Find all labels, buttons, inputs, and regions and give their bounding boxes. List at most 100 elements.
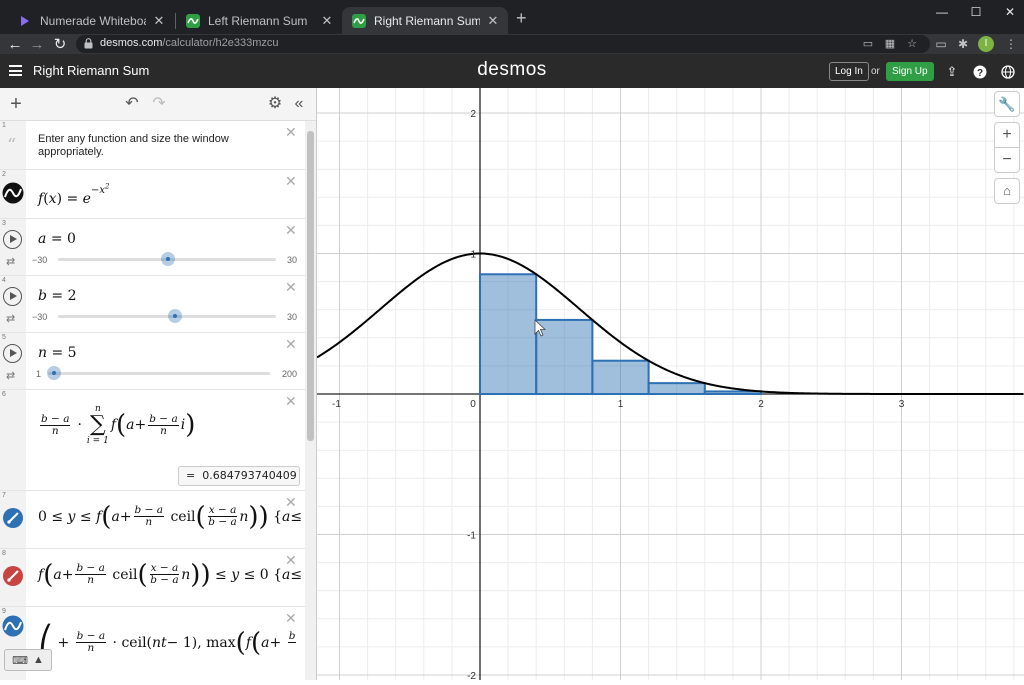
tab-left-riemann-sum[interactable]: Left Riemann Sum ✕ — [176, 7, 342, 34]
graph-title[interactable]: Right Riemann Sum — [33, 63, 149, 78]
loop-icon[interactable]: ⇄ — [6, 255, 15, 268]
window-close-icon[interactable]: ✕ — [993, 2, 1024, 22]
graph-settings-wrench-icon[interactable]: 🔧 — [994, 91, 1020, 117]
settings-gear-icon[interactable]: ⚙ — [266, 95, 284, 113]
graph-canvas[interactable]: -1 0 1 2 3 2 1 -1 -2 — [316, 88, 1024, 682]
loop-icon[interactable]: ⇄ — [6, 369, 15, 382]
lower-rect-inequality[interactable]: f(a + b − an ceil(x − ab − a n)) ≤ y ≤ 0 … — [38, 562, 302, 588]
login-button[interactable]: Log In — [829, 62, 869, 81]
slider-row-b[interactable]: 4 ⇄ b = 2 −30 30 ✕ — [0, 276, 305, 333]
close-icon[interactable]: ✕ — [320, 13, 334, 29]
delete-expression-icon[interactable]: ✕ — [285, 124, 297, 141]
hamburger-menu-icon[interactable] — [9, 65, 22, 76]
piecewise-expression[interactable]: ⎛ + b − an · ceil(nt − 1), max(f(a + b — [38, 627, 298, 657]
slider-row-n[interactable]: 5 ⇄ n = 5 1 200 ✕ — [0, 333, 305, 390]
slider-max[interactable]: 200 — [282, 369, 297, 379]
delete-expression-icon[interactable]: ✕ — [285, 222, 297, 239]
delete-expression-icon[interactable]: ✕ — [285, 610, 297, 627]
slider-equation[interactable]: n = 5 — [38, 345, 77, 361]
undo-icon[interactable]: ↶ — [123, 95, 141, 113]
slider-handle[interactable] — [168, 309, 182, 323]
slider-handle[interactable] — [161, 252, 175, 266]
help-icon[interactable]: ? — [973, 65, 987, 79]
close-icon[interactable]: ✕ — [486, 13, 500, 29]
slider-track[interactable] — [58, 315, 276, 318]
expression-row[interactable]: 7 0 ≤ y ≤ f(a + b − an ceil(x − ab − a n)… — [0, 491, 305, 549]
slider-equation[interactable]: a = 0 — [38, 231, 76, 247]
delete-expression-icon[interactable]: ✕ — [285, 173, 297, 190]
cast-icon[interactable]: ▭ — [860, 37, 876, 51]
expression-index: 7 — [2, 492, 6, 499]
extensions-puzzle-icon[interactable]: ✱ — [954, 35, 972, 53]
slider-max[interactable]: 30 — [287, 312, 297, 322]
address-bar[interactable]: desmos.com/calculator/h2e333mzcu ▭ ▦ ☆ — [76, 35, 930, 53]
slider-min[interactable]: −30 — [32, 255, 47, 265]
delete-expression-icon[interactable]: ✕ — [285, 279, 297, 296]
bookmark-star-icon[interactable]: ☆ — [904, 37, 920, 51]
globe-language-icon[interactable] — [1001, 65, 1015, 79]
zoom-in-icon[interactable]: + — [994, 122, 1020, 148]
riemann-sum-row[interactable]: 6 b − an · n ∑ i = 1 f(a + b − a n i) = 0.68… — [0, 390, 305, 491]
reload-icon[interactable]: ↻ — [49, 34, 71, 54]
slider-min[interactable]: 1 — [36, 369, 41, 379]
tab-numerade-whiteboard[interactable]: Numerade Whiteboard ✕ — [8, 7, 174, 34]
expression-row[interactable]: 2 f(x) = e−x2 ✕ — [0, 170, 305, 219]
slider-max[interactable]: 30 — [287, 255, 297, 265]
scrollbar-thumb[interactable] — [307, 131, 314, 441]
slider-row-a[interactable]: 3 ⇄ a = 0 −30 30 ✕ — [0, 219, 305, 276]
share-icon[interactable]: ⇪ — [945, 65, 959, 79]
redo-icon[interactable]: ↷ — [150, 95, 168, 113]
expression-index: 8 — [2, 550, 6, 557]
minimize-icon[interactable]: — — [925, 2, 959, 22]
graph-color-icon[interactable] — [3, 566, 23, 586]
delete-expression-icon[interactable]: ✕ — [285, 336, 297, 353]
slider-equation[interactable]: b = 2 — [38, 288, 77, 304]
zoom-out-icon[interactable]: − — [994, 147, 1020, 173]
function-definition[interactable]: f(x) = e−x2 — [38, 183, 109, 207]
expression-row[interactable]: 1 “ Enter any function and size the wind… — [0, 121, 305, 170]
extension-box-icon[interactable]: ▭ — [932, 35, 950, 53]
graph-color-icon[interactable] — [2, 615, 24, 637]
play-icon[interactable] — [3, 230, 22, 249]
slider-track[interactable] — [48, 372, 270, 375]
qr-code-icon[interactable]: ▦ — [882, 37, 898, 51]
play-icon[interactable] — [3, 287, 22, 306]
y-tick-label: -1 — [467, 531, 476, 542]
new-tab-icon[interactable]: + — [516, 9, 527, 27]
forward-arrow-icon[interactable]: → — [26, 34, 48, 54]
slider-min[interactable]: −30 — [32, 312, 47, 322]
expression-index: 5 — [2, 334, 6, 341]
default-zoom-home-icon[interactable]: ⌂ — [994, 178, 1020, 204]
graph-paper[interactable]: -1 0 1 2 3 2 1 -1 -2 🔧 + − ⌂ — [316, 88, 1024, 682]
numerade-icon — [21, 15, 29, 26]
add-item-icon[interactable]: + — [7, 94, 25, 114]
graph-color-icon[interactable] — [3, 508, 23, 528]
keyboard-toggle-button[interactable]: ⌨ ▲ — [4, 649, 52, 671]
maximize-icon[interactable]: ☐ — [959, 2, 993, 22]
delete-expression-icon[interactable]: ✕ — [285, 552, 297, 569]
url-host: desmos.com — [100, 37, 163, 49]
collapse-panel-icon[interactable]: « — [290, 95, 308, 113]
graph-color-icon[interactable] — [2, 182, 24, 204]
upper-rect-inequality[interactable]: 0 ≤ y ≤ f(a + b − an ceil(x − ab − a n)) … — [38, 504, 302, 530]
desmos-icon — [352, 13, 366, 28]
delete-expression-icon[interactable]: ✕ — [285, 393, 297, 410]
lock-icon — [84, 38, 93, 49]
back-arrow-icon[interactable]: ← — [4, 34, 26, 54]
riemann-sum-formula[interactable]: b − an · n ∑ i = 1 f(a + b − a n i) — [38, 404, 195, 446]
expression-row[interactable]: 8 f(a + b − an ceil(x − ab − a n)) ≤ y ≤ … — [0, 549, 305, 607]
note-text[interactable]: Enter any function and size the window a… — [38, 133, 268, 159]
slider-handle[interactable] — [47, 366, 61, 380]
play-icon[interactable] — [3, 344, 22, 363]
loop-icon[interactable]: ⇄ — [6, 312, 15, 325]
profile-avatar[interactable]: I — [978, 36, 994, 52]
tab-right-riemann-sum[interactable]: Right Riemann Sum ✕ — [342, 7, 508, 34]
expression-scrollbar[interactable] — [305, 121, 316, 680]
delete-expression-icon[interactable]: ✕ — [285, 494, 297, 511]
tab-label: Numerade Whiteboard — [40, 13, 146, 28]
close-icon[interactable]: ✕ — [152, 13, 166, 29]
browser-menu-icon[interactable]: ⋮ — [1002, 35, 1020, 53]
signup-button[interactable]: Sign Up — [886, 62, 934, 81]
y-tick-label: 2 — [470, 109, 476, 120]
expression-panel: + ↶ ↷ ⚙ « 1 “ Enter any function and siz… — [0, 88, 317, 680]
